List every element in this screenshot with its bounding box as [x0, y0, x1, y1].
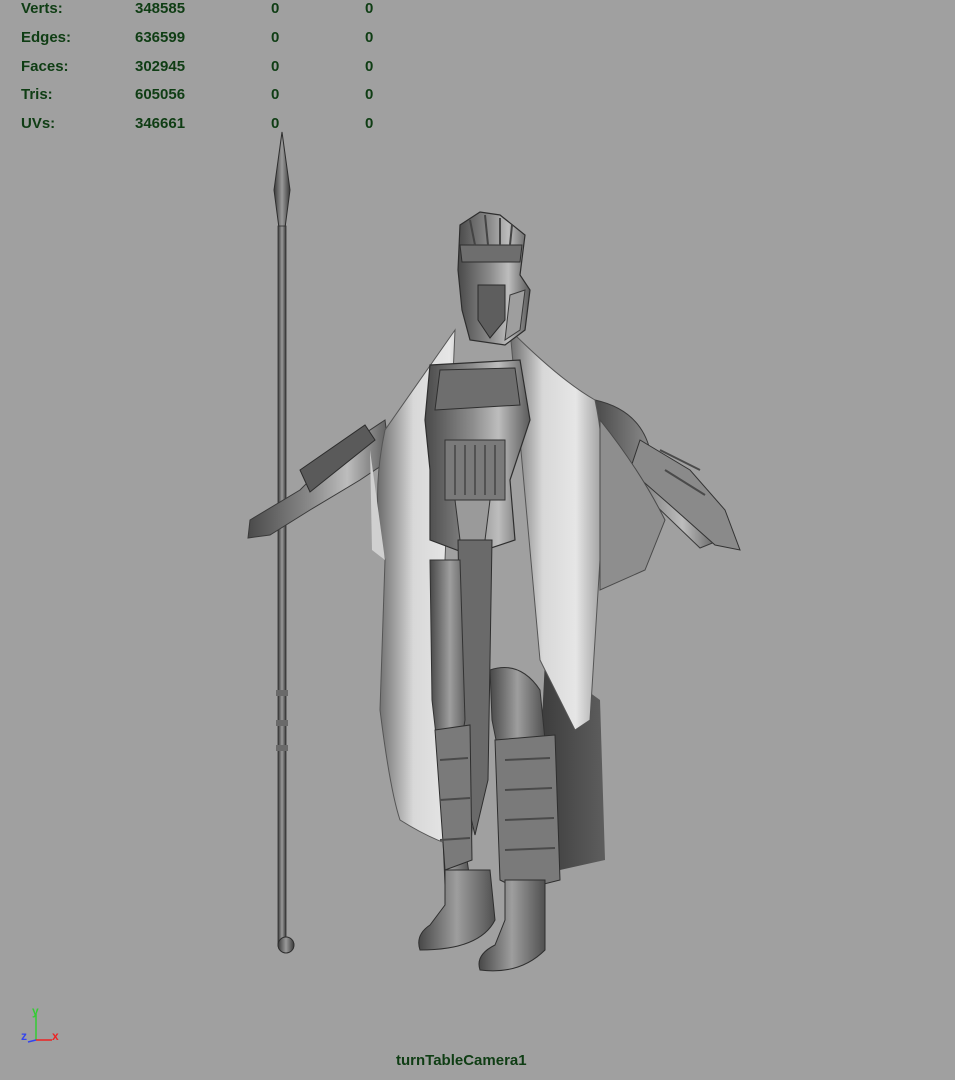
hud-total-value: 346661	[135, 115, 186, 133]
hud-label: Tris:	[21, 86, 53, 104]
view-axis-icon: y z x	[21, 1004, 59, 1043]
z-axis-label: z	[21, 1029, 27, 1043]
helmet	[457, 211, 531, 346]
hud-total-value: 302945	[135, 57, 186, 75]
scene-render[interactable]	[0, 0, 955, 1080]
hud-label: Verts:	[21, 0, 63, 17]
hud-selected-value: 0	[271, 115, 280, 133]
y-axis-label: y	[32, 1004, 39, 1018]
hud-label: Edges:	[21, 28, 72, 46]
x-axis-label: x	[52, 1029, 59, 1043]
z-axis-line	[27, 1039, 37, 1043]
torso	[424, 359, 531, 556]
hud-component-value: 0	[365, 115, 374, 133]
3d-viewport[interactable]: Verts: 348585 0 0 Edges: 636599 0 0 Face…	[0, 0, 955, 1080]
hud-total-value: 636599	[135, 28, 186, 46]
hud-label: UVs:	[21, 115, 56, 133]
hud-component-value: 0	[365, 28, 374, 46]
camera-name-label: turnTableCamera1	[396, 1052, 527, 1069]
spear[interactable]	[273, 131, 295, 954]
hud-component-value: 0	[365, 86, 374, 104]
left-arm	[247, 419, 391, 539]
hud-label: Faces:	[21, 57, 69, 75]
hud-selected-value: 0	[271, 0, 280, 17]
hud-component-value: 0	[365, 0, 374, 17]
hud-selected-value: 0	[271, 57, 280, 75]
hud-total-value: 348585	[135, 0, 186, 17]
hud-component-value: 0	[365, 57, 374, 75]
hud-selected-value: 0	[271, 28, 280, 46]
boots	[418, 869, 546, 972]
hud-total-value: 605056	[135, 86, 186, 104]
hud-selected-value: 0	[271, 86, 280, 104]
